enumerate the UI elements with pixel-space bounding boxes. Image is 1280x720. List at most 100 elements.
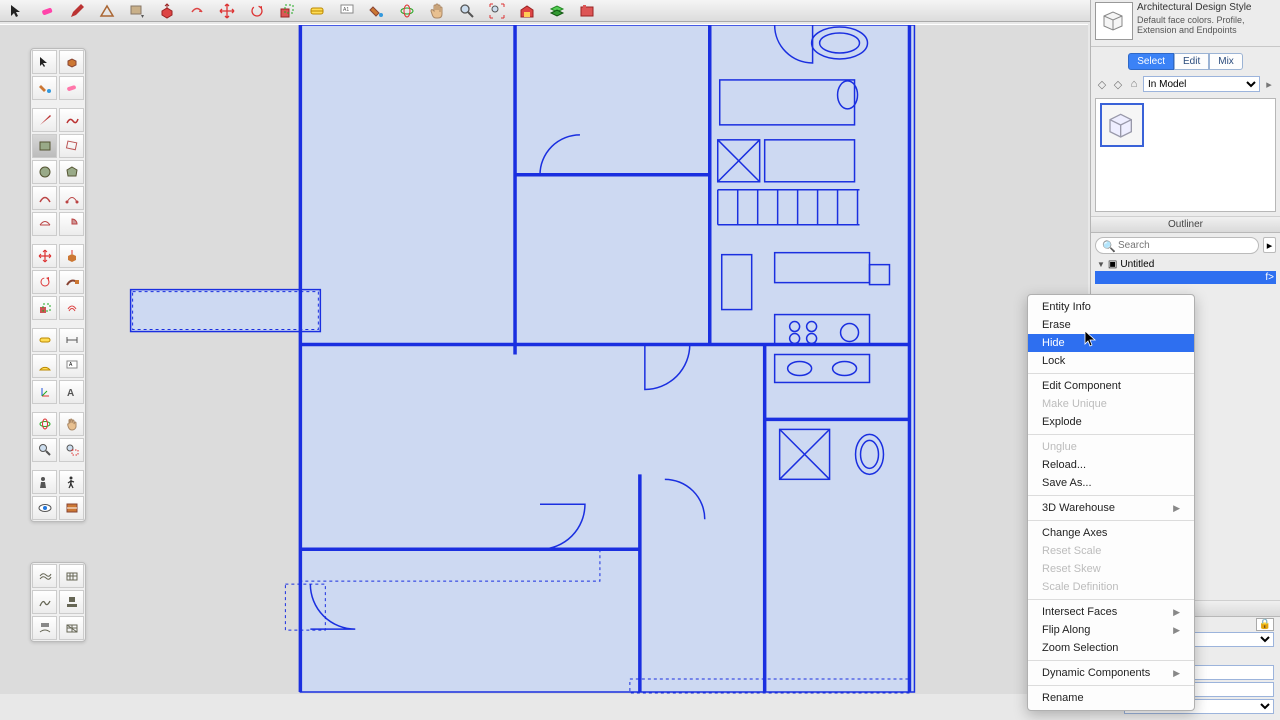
menu-explode[interactable]: Explode — [1028, 413, 1194, 431]
outliner-search[interactable] — [1095, 237, 1259, 254]
text-tool-icon[interactable]: A — [59, 354, 84, 378]
stamp-icon[interactable] — [59, 590, 84, 614]
protractor-icon[interactable] — [32, 354, 57, 378]
polygon-icon[interactable] — [59, 160, 84, 184]
line-icon[interactable] — [32, 108, 57, 132]
menu-save-as[interactable]: Save As... — [1028, 474, 1194, 492]
scale-icon[interactable] — [274, 2, 300, 20]
tab-edit[interactable]: Edit — [1174, 53, 1209, 70]
tree-root[interactable]: ▼▣Untitled — [1095, 258, 1276, 271]
menu-erase[interactable]: Erase — [1028, 316, 1194, 334]
menu-3d-warehouse[interactable]: 3D Warehouse▶ — [1028, 499, 1194, 517]
back-icon[interactable]: ◇ — [1095, 77, 1109, 91]
component-icon[interactable] — [59, 50, 84, 74]
location-select[interactable]: In Model — [1143, 76, 1260, 92]
menu-lock[interactable]: Lock — [1028, 352, 1194, 370]
freehand-icon[interactable] — [59, 108, 84, 132]
rotated-rect-icon[interactable] — [59, 134, 84, 158]
menu-hide[interactable]: Hide — [1028, 334, 1194, 352]
arc-icon[interactable] — [32, 186, 57, 210]
extension-icon[interactable] — [574, 2, 600, 20]
menu-zoom-selection[interactable]: Zoom Selection — [1028, 639, 1194, 657]
tape-tool-icon[interactable] — [32, 328, 57, 352]
eraser-icon[interactable] — [34, 2, 60, 20]
forward-icon[interactable]: ◇ — [1111, 77, 1125, 91]
style-thumb-icon[interactable] — [1095, 2, 1133, 40]
text-icon[interactable]: A1 — [334, 2, 360, 20]
tab-mix[interactable]: Mix — [1209, 53, 1243, 70]
pie-icon[interactable] — [59, 212, 84, 236]
pushpull-tool-icon[interactable] — [59, 244, 84, 268]
pushpull-icon[interactable] — [154, 2, 180, 20]
sandbox-contours-icon[interactable] — [32, 564, 57, 588]
orbit-tool-icon[interactable] — [32, 412, 57, 436]
layers-icon[interactable] — [544, 2, 570, 20]
circle-icon[interactable] — [32, 160, 57, 184]
offset-tool-icon[interactable] — [59, 296, 84, 320]
sandbox-toolbar — [30, 562, 86, 642]
shape-icon[interactable] — [94, 2, 120, 20]
menu-entity-info[interactable]: Entity Info — [1028, 298, 1194, 316]
tree-item-selected[interactable]: f> — [1095, 271, 1276, 284]
menu-intersect-faces[interactable]: Intersect Faces▶ — [1028, 603, 1194, 621]
pan-tool-icon[interactable] — [59, 412, 84, 436]
menu-rename[interactable]: Rename — [1028, 689, 1194, 707]
select-icon[interactable] — [32, 50, 57, 74]
rotate-icon[interactable] — [244, 2, 270, 20]
menu-dynamic-components[interactable]: Dynamic Components▶ — [1028, 664, 1194, 682]
arc2-icon[interactable] — [59, 186, 84, 210]
menu-reload[interactable]: Reload... — [1028, 456, 1194, 474]
warehouse-icon[interactable] — [514, 2, 540, 20]
rect-dropdown-icon[interactable] — [124, 2, 150, 20]
zoom-icon[interactable] — [454, 2, 480, 20]
position-camera-icon[interactable] — [32, 470, 57, 494]
move-icon[interactable] — [214, 2, 240, 20]
pencil-icon[interactable] — [64, 2, 90, 20]
look-icon[interactable] — [32, 496, 57, 520]
lock-icon[interactable]: 🔒 — [1256, 618, 1274, 631]
paint-icon[interactable] — [364, 2, 390, 20]
style-item[interactable] — [1100, 103, 1144, 147]
followme-icon[interactable] — [59, 270, 84, 294]
rotate-tool-icon[interactable] — [32, 270, 57, 294]
add-detail-icon[interactable] — [59, 616, 84, 640]
zoom-extents-icon[interactable] — [484, 2, 510, 20]
smoove-icon[interactable] — [32, 590, 57, 614]
scale-tool-icon[interactable] — [32, 296, 57, 320]
style-title: Architectural Design Style — [1137, 2, 1276, 13]
menu-reset-skew: Reset Skew — [1028, 560, 1194, 578]
style-thumbnails — [1095, 98, 1276, 212]
tape-icon[interactable] — [304, 2, 330, 20]
menu-edit-component[interactable]: Edit Component — [1028, 377, 1194, 395]
eraser-tool-icon[interactable] — [59, 76, 84, 100]
offset-icon[interactable] — [184, 2, 210, 20]
move-tool-icon[interactable] — [32, 244, 57, 268]
zoom-tool-icon[interactable] — [32, 438, 57, 462]
viewport[interactable] — [0, 24, 1088, 694]
select-tool-icon[interactable] — [4, 2, 30, 20]
axes-icon[interactable] — [32, 380, 57, 404]
pan-icon[interactable] — [424, 2, 450, 20]
rectangle-icon[interactable] — [32, 134, 57, 158]
orbit-icon[interactable] — [394, 2, 420, 20]
menu-make-unique: Make Unique — [1028, 395, 1194, 413]
drape-icon[interactable] — [32, 616, 57, 640]
outliner-tree: ▼▣Untitled f> — [1095, 258, 1276, 284]
walk-icon[interactable] — [59, 470, 84, 494]
context-menu: Entity Info Erase Hide Lock Edit Compone… — [1027, 294, 1195, 711]
menu-change-axes[interactable]: Change Axes — [1028, 524, 1194, 542]
sandbox-scratch-icon[interactable] — [59, 564, 84, 588]
home-icon[interactable]: ⌂ — [1127, 77, 1141, 91]
section-icon[interactable] — [59, 496, 84, 520]
outliner-details-icon[interactable]: ▸ — [1263, 237, 1276, 253]
arc3-icon[interactable] — [32, 212, 57, 236]
paint-bucket-icon[interactable] — [32, 76, 57, 100]
dimension-icon[interactable] — [59, 328, 84, 352]
details-icon[interactable]: ▸ — [1262, 77, 1276, 91]
menu-flip-along[interactable]: Flip Along▶ — [1028, 621, 1194, 639]
style-tabs: Select Edit Mix — [1091, 53, 1280, 70]
tab-select[interactable]: Select — [1128, 53, 1174, 70]
zoom-window-icon[interactable] — [59, 438, 84, 462]
menu-reset-scale: Reset Scale — [1028, 542, 1194, 560]
3dtext-icon[interactable]: A — [59, 380, 84, 404]
